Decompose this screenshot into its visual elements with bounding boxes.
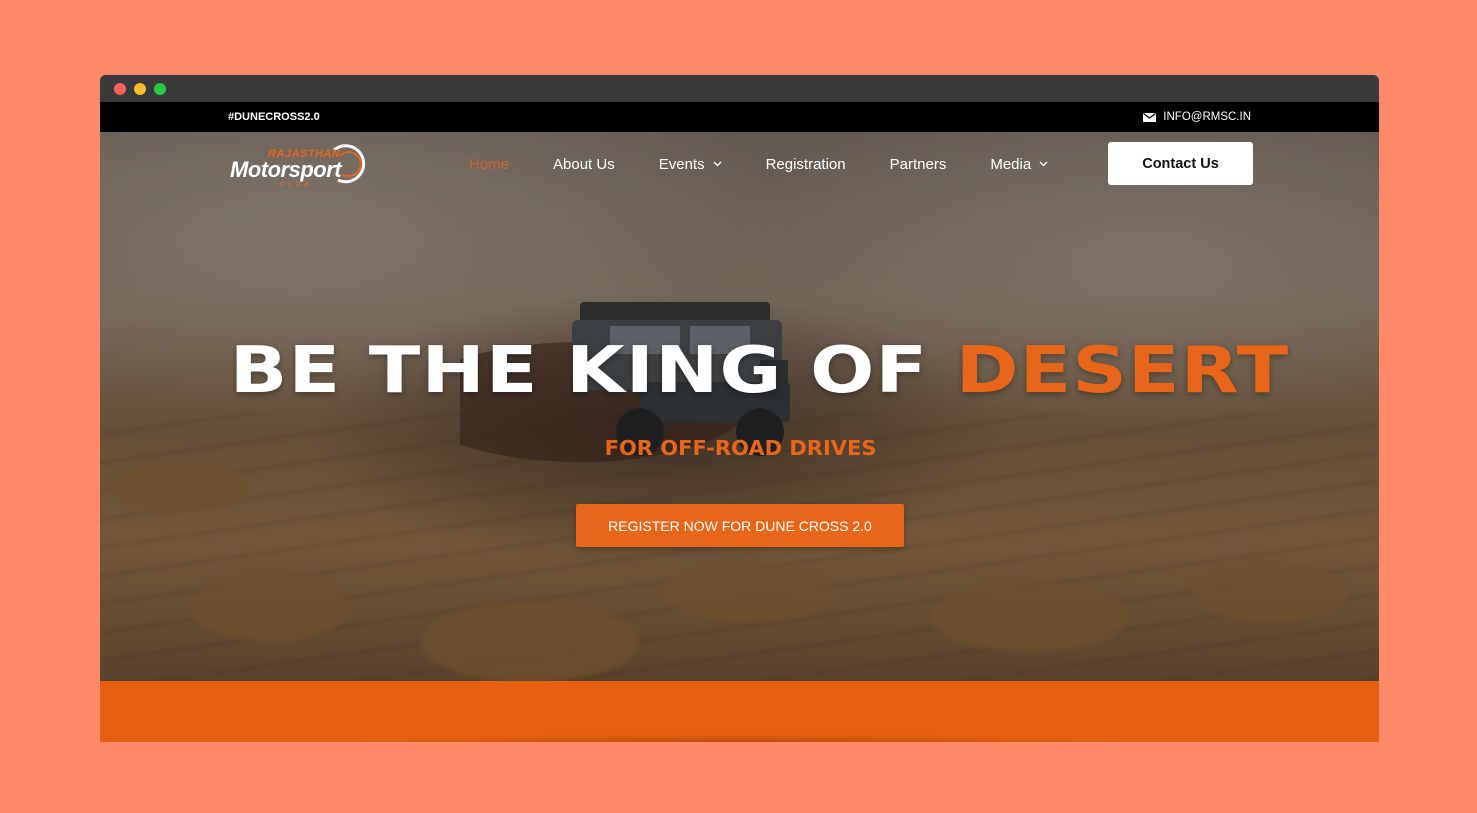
shrub (930, 582, 1130, 652)
hashtag-text: #DUNECROSS2.0 (228, 111, 320, 123)
hero-section: RAJASTHAN Motorsport CLUB Home About Us … (100, 132, 1379, 681)
email-link[interactable]: INFO@RMSC.IN (1143, 111, 1251, 123)
hero-headline: BE THE KING OF DESERT (100, 334, 1379, 408)
site-logo[interactable]: RAJASTHAN Motorsport CLUB (228, 138, 373, 190)
window-titlebar (100, 75, 1379, 102)
shrub (420, 602, 640, 681)
headline-accent-text: DESERT (955, 334, 1290, 408)
orange-section-band (100, 681, 1379, 742)
shrub (190, 572, 350, 642)
nav-item-label: Events (658, 155, 705, 173)
top-info-bar: #DUNECROSS2.0 INFO@RMSC.IN (100, 102, 1379, 132)
shrub (110, 462, 250, 512)
email-text: INFO@RMSC.IN (1163, 111, 1251, 123)
nav-item-label: Partners (889, 155, 947, 173)
chevron-down-icon (1039, 161, 1048, 167)
nav-item-events[interactable]: Events (659, 156, 722, 173)
mail-icon (1143, 112, 1157, 122)
chevron-down-icon (713, 161, 722, 167)
close-window-button[interactable] (114, 82, 126, 95)
minimize-window-button[interactable] (134, 82, 146, 95)
shrub (1190, 562, 1350, 622)
nav-item-label: Home (469, 155, 510, 173)
nav-menu: Home About Us Events Registration Partne… (469, 132, 1092, 196)
nav-item-registration[interactable]: Registration (766, 156, 846, 173)
nav-item-label: About Us (553, 155, 615, 173)
nav-item-label: Media (990, 155, 1032, 173)
nav-item-home[interactable]: Home (469, 156, 509, 173)
main-navbar: RAJASTHAN Motorsport CLUB Home About Us … (100, 132, 1379, 196)
contact-us-button[interactable]: Contact Us (1108, 142, 1253, 185)
shrub (660, 562, 840, 622)
nav-item-label: Registration (765, 155, 846, 173)
headline-main-text: BE THE KING OF (229, 334, 956, 408)
nav-item-about-us[interactable]: About Us (553, 156, 615, 173)
browser-window: #DUNECROSS2.0 INFO@RMSC.IN RAJASTHAN Mot… (100, 75, 1379, 742)
hero-subheadline: FOR OFF-ROAD DRIVES (604, 436, 877, 460)
nav-item-partners[interactable]: Partners (890, 156, 947, 173)
maximize-window-button[interactable] (154, 82, 166, 95)
nav-item-media[interactable]: Media (990, 156, 1048, 173)
logo-text-main: Motorsport (230, 157, 342, 182)
register-now-button[interactable]: REGISTER NOW FOR DUNE CROSS 2.0 (576, 504, 904, 547)
logo-text-sub: CLUB (280, 182, 313, 188)
